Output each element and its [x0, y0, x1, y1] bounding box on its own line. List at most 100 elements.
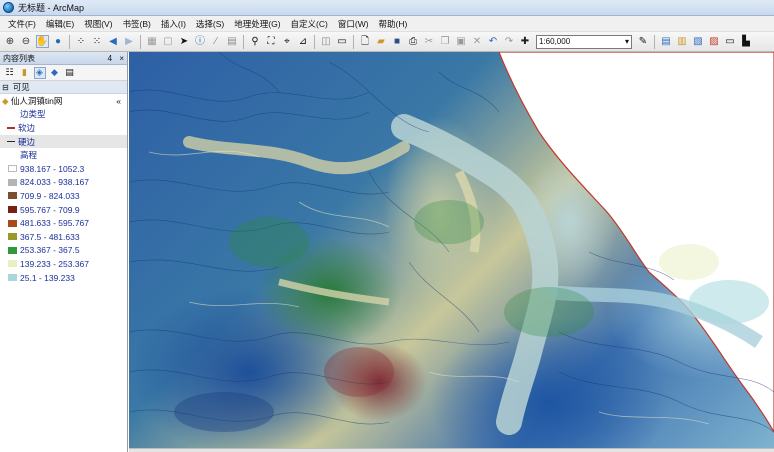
legend-class-label: 938.167 - 1052.3 [20, 163, 85, 174]
tin-layer-row[interactable]: ◆ 仙人洞镇tin网 « [0, 94, 127, 108]
legend-class-label: 824.033 - 938.167 [20, 177, 90, 188]
toolbar-separator [654, 34, 655, 49]
soft-edge-line-symbol [7, 127, 15, 129]
model-builder-icon[interactable]: ▙ [740, 35, 753, 48]
toc-toolbar: ☷ ▮ ◈ ◆ ▤ [0, 65, 127, 81]
legend-class-row[interactable]: 709.9 - 824.033 [0, 189, 127, 203]
legend-class-row[interactable]: 595.767 - 709.9 [0, 203, 127, 217]
visible-group-label: 可见 [12, 82, 30, 92]
add-data-icon[interactable]: ✚ [519, 35, 532, 48]
catalog-icon[interactable]: ▥ [676, 35, 689, 48]
list-by-drawing-order-icon[interactable]: ☷ [4, 67, 16, 79]
select-elements-pointer-icon[interactable]: ➤ [178, 35, 191, 48]
toolbar-separator [243, 34, 244, 49]
main-toolbar: ⊕ ⊖ ✋ ● ⁘ ⁙ ◀ ▶ ▦ ▢ ➤ ⓘ ⁄ ▤ ⚲ ⛶ ⌖ ⊿ ◫ ▭ … [0, 32, 774, 52]
menu-geoprocessing[interactable]: 地理处理(G) [229, 18, 285, 30]
python-window-icon[interactable]: ▭ [724, 35, 737, 48]
search-window-icon[interactable]: ▧ [692, 35, 705, 48]
undo-icon[interactable]: ↶ [487, 35, 500, 48]
toolbar-separator [69, 34, 70, 49]
go-to-xy-icon[interactable]: ⌖ [281, 35, 294, 48]
delete-icon[interactable]: ✕ [471, 35, 484, 48]
zoom-in-icon[interactable]: ⊕ [4, 35, 17, 48]
save-icon[interactable]: ■ [391, 35, 404, 48]
legend-class-label: 709.9 - 824.033 [20, 190, 80, 201]
menu-windows[interactable]: 窗口(W) [333, 18, 374, 30]
copy-icon[interactable]: ❐ [439, 35, 452, 48]
editor-toolbar-icon[interactable]: ✎ [637, 35, 650, 48]
legend-class-row[interactable]: 367.5 - 481.633 [0, 230, 127, 244]
menu-insert[interactable]: 插入(I) [156, 18, 191, 30]
measure-icon[interactable]: ⊿ [297, 35, 310, 48]
list-by-source-icon[interactable]: ▮ [19, 67, 31, 79]
menu-bookmarks[interactable]: 书签(B) [118, 18, 156, 30]
edge-type-heading: 边类型 [0, 108, 127, 122]
find-binoculars-icon[interactable]: ⚲ [249, 35, 262, 48]
back-arrow-icon[interactable]: ◀ [107, 35, 120, 48]
legend-soft-edge[interactable]: 软边 [0, 121, 127, 135]
menu-selection[interactable]: 选择(S) [191, 18, 229, 30]
table-of-contents-icon[interactable]: ▤ [660, 35, 673, 48]
viewer-window-icon[interactable]: ▭ [336, 35, 349, 48]
open-folder-icon[interactable]: ▰ [375, 35, 388, 48]
soft-edge-label: 软边 [18, 122, 36, 133]
time-slider-icon[interactable]: ◫ [320, 35, 333, 48]
arctoolbox-icon[interactable]: ▨ [708, 35, 721, 48]
paste-icon[interactable]: ▣ [455, 35, 468, 48]
legend-class-row[interactable]: 481.633 - 595.767 [0, 216, 127, 230]
legend-color-swatch [8, 274, 17, 282]
close-icon[interactable]: × [119, 54, 124, 63]
collapse-box-icon[interactable]: ⊟ [2, 83, 9, 92]
html-popup-icon[interactable]: ▤ [226, 35, 239, 48]
window-title: 无标题 - ArcMap [18, 3, 85, 13]
find-route-icon[interactable]: ⛶ [265, 35, 278, 48]
redo-icon[interactable]: ↷ [503, 35, 516, 48]
edge-type-label: 边类型 [20, 109, 46, 120]
menu-view[interactable]: 视图(V) [79, 18, 117, 30]
toc-options-icon[interactable]: ▤ [64, 67, 76, 79]
toc-header: 内容列表 4 × [0, 52, 127, 65]
map-scale-combobox[interactable]: 1:60,000 ▾ [536, 34, 632, 49]
menu-help[interactable]: 帮助(H) [374, 18, 413, 30]
toolbar-separator [140, 34, 141, 49]
visible-group-header[interactable]: ⊟ 可见 [0, 81, 127, 94]
fixed-zoom-out-icon[interactable]: ⁙ [91, 35, 104, 48]
select-features-icon[interactable]: ▦ [146, 35, 159, 48]
legend-class-row[interactable]: 25.1 - 139.233 [0, 271, 127, 285]
menu-file[interactable]: 文件(F) [3, 18, 41, 30]
legend-class-row[interactable]: 253.367 - 367.5 [0, 244, 127, 258]
hyperlink-icon[interactable]: ⁄ [210, 35, 223, 48]
title-bar: 无标题 - ArcMap [0, 0, 774, 16]
print-icon[interactable]: ⎙ [407, 35, 420, 48]
map-view[interactable] [129, 52, 774, 448]
pan-hand-icon[interactable]: ✋ [35, 35, 49, 48]
clear-selection-icon[interactable]: ▢ [162, 35, 175, 48]
legend-color-swatch [8, 246, 17, 254]
menu-edit[interactable]: 编辑(E) [41, 18, 79, 30]
legend-class-row[interactable]: 139.233 - 253.367 [0, 257, 127, 271]
list-by-visibility-icon[interactable]: ◈ [33, 66, 46, 79]
pin-icon[interactable]: 4 [108, 54, 112, 63]
elevation-label: 高程 [20, 150, 38, 161]
legend-hard-edge[interactable]: 硬边 [0, 134, 127, 149]
forward-arrow-icon[interactable]: ▶ [123, 35, 136, 48]
list-by-selection-icon[interactable]: ◆ [49, 67, 61, 79]
menu-bar: 文件(F) 编辑(E) 视图(V) 书签(B) 插入(I) 选择(S) 地理处理… [0, 16, 774, 32]
legend-color-swatch [8, 206, 17, 214]
legend-color-swatch [8, 260, 17, 268]
legend-color-swatch [8, 233, 17, 241]
zoom-out-icon[interactable]: ⊖ [20, 35, 33, 48]
full-extent-globe-icon[interactable]: ● [52, 35, 65, 48]
elevation-heading: 高程 [0, 148, 127, 162]
new-document-icon[interactable]: 🗋 [359, 35, 372, 48]
legend-class-row[interactable]: 938.167 - 1052.3 [0, 162, 127, 176]
menu-customize[interactable]: 自定义(C) [286, 18, 333, 30]
chevron-down-icon[interactable]: ▾ [625, 37, 629, 46]
arcmap-app-icon [3, 2, 14, 13]
cut-icon[interactable]: ✂ [423, 35, 436, 48]
fixed-zoom-in-icon[interactable]: ⁘ [75, 35, 88, 48]
collapse-chevron-icon[interactable]: « [116, 96, 121, 106]
legend-class-row[interactable]: 824.033 - 938.167 [0, 176, 127, 190]
legend-class-label: 25.1 - 139.233 [20, 272, 75, 283]
identify-icon[interactable]: ⓘ [194, 35, 207, 48]
